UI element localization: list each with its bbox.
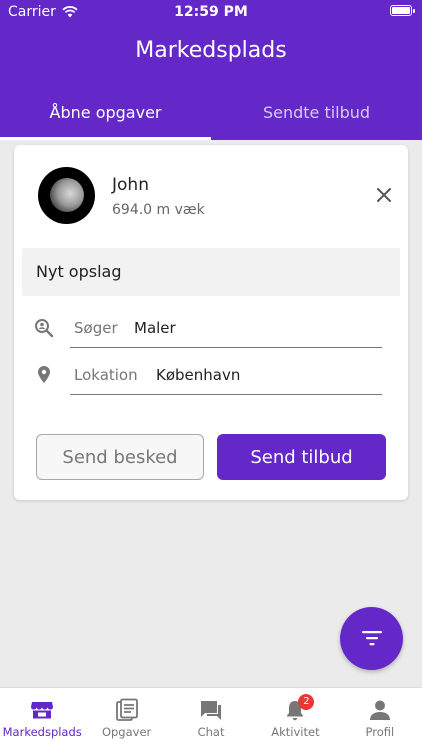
post-title: Nyt opslag xyxy=(36,262,122,281)
nav-label-tasks: Opgaver xyxy=(101,725,152,739)
nav-label-marketplace: Markedsplads xyxy=(2,725,82,739)
tasks-icon xyxy=(115,698,138,721)
send-message-button[interactable]: Send besked xyxy=(36,434,204,480)
location-pin-icon xyxy=(38,366,50,383)
status-time: 12:59 PM xyxy=(174,4,248,20)
filter-button[interactable] xyxy=(340,607,403,670)
close-icon[interactable] xyxy=(376,187,392,203)
nav-item-activity[interactable]: 2 Aktivitet xyxy=(253,688,337,751)
seeking-label: Søger xyxy=(74,319,118,337)
nav-item-chat[interactable]: Chat xyxy=(169,688,253,751)
tab-sent-offers[interactable]: Sendte tilbud xyxy=(211,96,422,140)
notification-badge: 2 xyxy=(298,694,315,710)
tab-open-tasks[interactable]: Åbne opgaver xyxy=(0,96,211,140)
bottom-nav: Markedsplads Opgaver Chat 2 Aktivitet Pr… xyxy=(0,687,422,751)
chat-icon xyxy=(201,701,222,720)
location-label: Lokation xyxy=(74,366,138,384)
nav-label-chat: Chat xyxy=(197,725,225,739)
tab-bar: Åbne opgaver Sendte tilbud xyxy=(0,96,422,140)
nav-item-profile[interactable]: Profil xyxy=(338,688,422,751)
nav-label-profile: Profil xyxy=(365,725,395,739)
status-bar: Carrier 12:59 PM xyxy=(0,0,422,26)
app-header: Carrier 12:59 PM Markedsplads Åbne opgav… xyxy=(0,0,422,140)
seeking-value: Maler xyxy=(134,319,176,337)
user-name: John xyxy=(112,175,149,195)
avatar[interactable] xyxy=(38,167,95,224)
seeking-field: Søger Maler xyxy=(34,312,382,348)
post-title-box: Nyt opslag xyxy=(22,248,400,296)
store-icon xyxy=(31,702,54,719)
location-value: København xyxy=(156,366,241,384)
filter-icon xyxy=(362,631,382,646)
nav-label-activity: Aktivitet xyxy=(271,725,320,739)
distance-label: 694.0 m væk xyxy=(112,202,205,218)
person-icon xyxy=(369,700,390,720)
battery-icon xyxy=(390,5,415,16)
nav-item-marketplace[interactable]: Markedsplads xyxy=(0,688,84,751)
search-person-icon xyxy=(35,319,54,338)
task-card: John 694.0 m væk Nyt opslag Søger Maler … xyxy=(14,145,408,500)
nav-item-tasks[interactable]: Opgaver xyxy=(84,688,168,751)
location-field: Lokation København xyxy=(34,359,382,395)
page-title: Markedsplads xyxy=(135,38,287,63)
send-offer-button[interactable]: Send tilbud xyxy=(217,434,386,480)
